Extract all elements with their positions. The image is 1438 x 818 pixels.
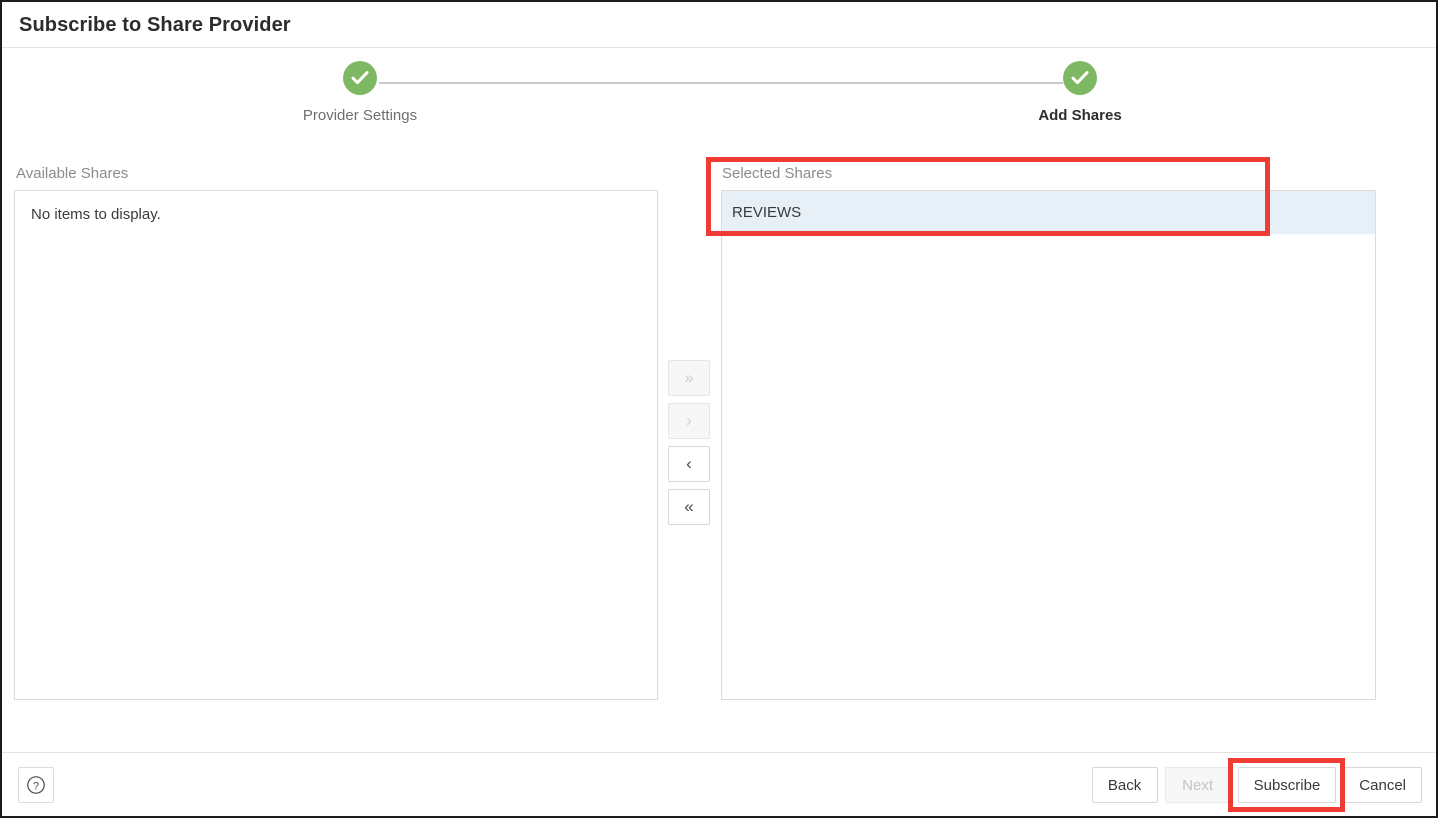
page-title: Subscribe to Share Provider <box>19 14 291 37</box>
next-button: Next <box>1165 767 1231 803</box>
back-button[interactable]: Back <box>1092 767 1158 803</box>
help-button[interactable]: ? <box>18 767 54 803</box>
subscribe-dialog: Subscribe to Share Provider Provider Set… <box>0 0 1438 818</box>
stepper-step-add-shares[interactable]: Add Shares <box>980 61 1180 124</box>
double-chevron-right-icon: » <box>684 368 693 388</box>
move-right-button[interactable]: › <box>668 403 710 439</box>
stepper-step-label: Provider Settings <box>260 107 460 124</box>
stepper-step-label: Add Shares <box>980 107 1180 124</box>
stepper-step-provider-settings[interactable]: Provider Settings <box>260 61 460 124</box>
transfer-button-group: » › ‹ « <box>668 360 710 532</box>
check-icon <box>343 61 377 95</box>
footer-action-buttons: Back Next Subscribe Cancel <box>1092 767 1422 803</box>
selected-shares-list[interactable]: REVIEWS <box>721 190 1376 700</box>
list-item[interactable]: REVIEWS <box>722 191 1375 234</box>
list-item-label: REVIEWS <box>732 204 801 221</box>
move-left-button[interactable]: ‹ <box>668 446 710 482</box>
cancel-button[interactable]: Cancel <box>1343 767 1422 803</box>
move-all-left-button[interactable]: « <box>668 489 710 525</box>
double-chevron-left-icon: « <box>684 497 693 517</box>
footer-divider <box>2 752 1436 753</box>
dialog-titlebar: Subscribe to Share Provider <box>2 2 1436 48</box>
subscribe-button[interactable]: Subscribe <box>1238 767 1337 803</box>
chevron-right-icon: › <box>686 411 692 431</box>
svg-text:?: ? <box>33 780 39 792</box>
stepper-connector-line <box>379 82 1063 84</box>
available-shares-label: Available Shares <box>16 165 128 182</box>
selected-shares-label: Selected Shares <box>722 165 832 182</box>
available-shares-list[interactable]: No items to display. <box>14 190 658 700</box>
move-all-right-button[interactable]: » <box>668 360 710 396</box>
chevron-left-icon: ‹ <box>686 454 692 474</box>
check-icon <box>1063 61 1097 95</box>
wizard-stepper: Provider Settings Add Shares <box>2 49 1436 149</box>
question-mark-circle-icon: ? <box>26 775 46 795</box>
available-shares-empty-text: No items to display. <box>31 206 161 223</box>
